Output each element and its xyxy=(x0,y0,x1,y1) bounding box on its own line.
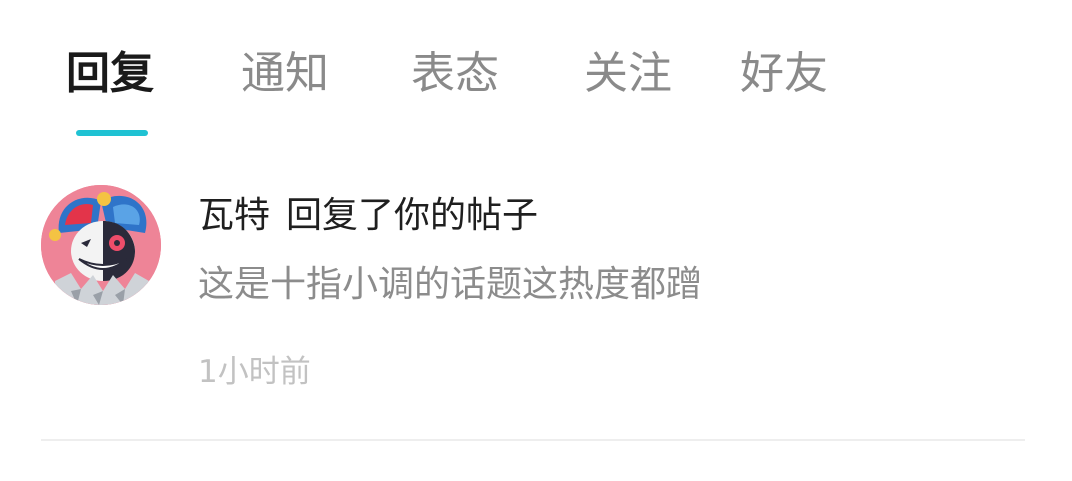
tab-notifications[interactable]: 通知 xyxy=(241,44,329,104)
timestamp: 1小时前 xyxy=(198,354,311,390)
tab-replies[interactable]: 回复 xyxy=(66,44,154,104)
active-tab-indicator xyxy=(76,130,148,136)
notification-title: 瓦特 回复了你的帖子 xyxy=(198,192,538,240)
tab-follows[interactable]: 关注 xyxy=(584,44,672,104)
notification-item[interactable]: 瓦特 回复了你的帖子 这是十指小调的话题这热度都蹭 1小时前 xyxy=(0,150,1072,442)
jester-avatar-icon[interactable] xyxy=(41,185,161,305)
tab-bar: 回复 通知 表态 关注 好友 xyxy=(0,0,1072,150)
username[interactable]: 瓦特 xyxy=(198,195,270,236)
divider xyxy=(41,439,1025,441)
reply-content: 这是十指小调的话题这热度都蹭 xyxy=(198,264,703,305)
tab-reactions[interactable]: 表态 xyxy=(411,44,499,104)
notification-action: 回复了你的帖子 xyxy=(286,195,539,236)
tab-friends[interactable]: 好友 xyxy=(740,44,828,104)
